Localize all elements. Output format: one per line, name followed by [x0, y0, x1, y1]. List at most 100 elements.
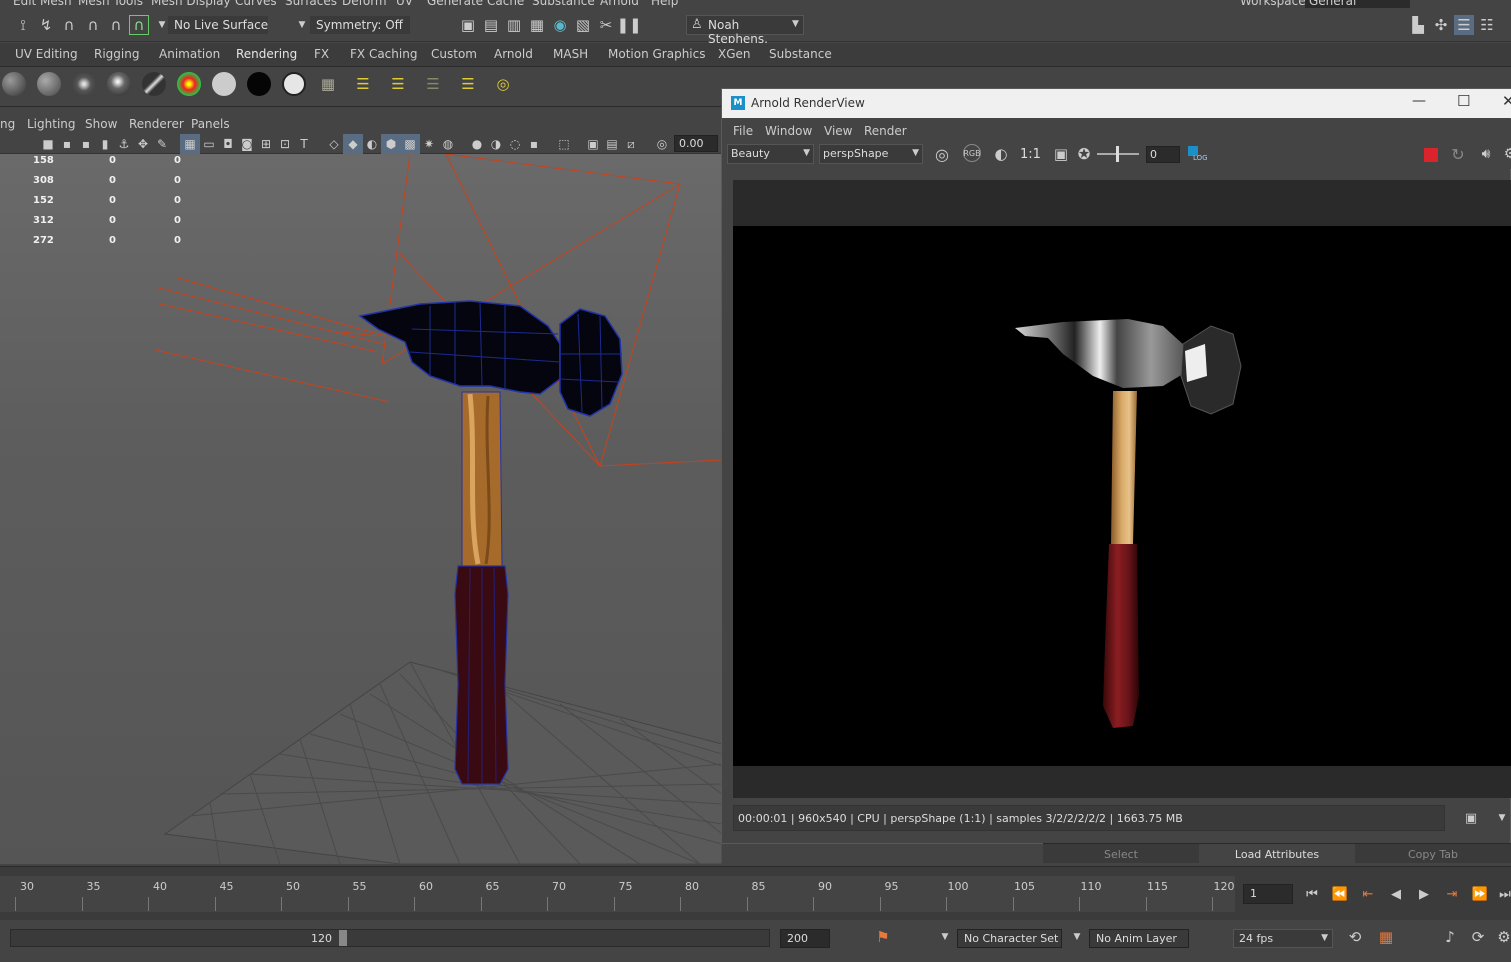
exposure-icon[interactable]: ◎: [652, 134, 672, 154]
tool-settings-icon[interactable]: ☷: [1477, 15, 1497, 35]
workspace-dropdown[interactable]: General: [1305, 0, 1410, 8]
go-to-end-icon[interactable]: ⏭: [1495, 884, 1511, 904]
default-material-icon[interactable]: ◐: [362, 134, 382, 154]
camera-icon[interactable]: ▪: [57, 134, 77, 154]
resolution-gate-icon[interactable]: ◘: [218, 134, 238, 154]
smooth-shade-icon[interactable]: ◆: [343, 134, 363, 154]
camera-dropdown[interactable]: perspShape ▼: [819, 144, 923, 164]
color-sphere-icon[interactable]: [177, 72, 201, 96]
playback-speed-icon[interactable]: ⟳: [1468, 927, 1488, 947]
tab-custom[interactable]: Custom: [431, 47, 477, 61]
prev-key-icon[interactable]: ⇤: [1358, 884, 1378, 904]
time-slider[interactable]: 1 ⏮ ⏪ ⇤ ◀ ▶ ⇥ ⏩ ⏭ 30 35 40 45 50 55 60 65 70 75 80…: [0, 866, 1511, 920]
symmetry-dropdown[interactable]: Symmetry: Off: [310, 16, 410, 34]
attribute-editor-icon[interactable]: ✣: [1431, 15, 1451, 35]
rv-menu-render[interactable]: Render: [864, 124, 907, 138]
tab-mash[interactable]: MASH: [553, 47, 588, 61]
lights-icon[interactable]: ✷: [419, 134, 439, 154]
menu-surfaces[interactable]: Surfaces: [285, 0, 337, 8]
cache-icon[interactable]: ▦: [1376, 927, 1396, 947]
ipr-icon[interactable]: 🔊︎: [1476, 144, 1496, 164]
user-account-button[interactable]: ♙ Noah Stephens. ▼: [686, 15, 804, 46]
settings-icon[interactable]: ⚙: [1500, 144, 1511, 164]
region-icon[interactable]: ◎: [932, 144, 952, 164]
snap-point-icon[interactable]: ∩: [83, 15, 103, 35]
safe-action-icon[interactable]: ⊡: [275, 134, 295, 154]
sphere-shader-icon[interactable]: [37, 72, 61, 96]
range-slider[interactable]: 120: [10, 929, 770, 947]
menu-substance[interactable]: Substance: [532, 0, 595, 8]
renderview-titlebar[interactable]: M Arnold RenderView — ☐ ✕: [722, 89, 1511, 118]
log-button[interactable]: LOG: [1188, 146, 1208, 164]
snapshot-icon[interactable]: ▣: [1461, 808, 1481, 828]
alpha-channel-icon[interactable]: ◐: [991, 144, 1011, 164]
anim-end-field[interactable]: 200: [780, 929, 830, 948]
fps-dropdown[interactable]: 24 fps ▼: [1233, 929, 1333, 948]
exposure-field[interactable]: 0.00: [674, 135, 718, 152]
render-layer-icon[interactable]: ☰: [423, 74, 443, 94]
tab-animation[interactable]: Animation: [159, 47, 220, 61]
exposure-input[interactable]: 0: [1146, 146, 1180, 163]
tab-substance[interactable]: Substance: [769, 47, 832, 61]
ipr-render-icon[interactable]: ▥: [504, 15, 524, 35]
grease-pencil-icon[interactable]: ✎: [152, 134, 172, 154]
render-settings-icon[interactable]: ▦: [527, 15, 547, 35]
screen-space-ao-icon[interactable]: ●: [467, 134, 487, 154]
safe-title-icon[interactable]: T: [294, 134, 314, 154]
grid-icon[interactable]: ▦: [180, 134, 200, 154]
rv-menu-file[interactable]: File: [733, 124, 753, 138]
move-icon[interactable]: ✥: [133, 134, 153, 154]
shadows-icon[interactable]: ◍: [438, 134, 458, 154]
menu-generate[interactable]: Generate: [427, 0, 483, 8]
wireframe-on-shaded-icon[interactable]: ⬢: [381, 134, 401, 154]
lasso-select-icon[interactable]: ⟟: [13, 15, 33, 35]
menu-lighting[interactable]: Lighting: [27, 117, 76, 131]
menu-deform[interactable]: Deform: [342, 0, 387, 8]
menu-mesh-tools[interactable]: Mesh Tools: [78, 0, 143, 8]
chevron-down-icon[interactable]: ▼: [935, 927, 955, 947]
live-surface-field[interactable]: No Live Surface: [168, 16, 268, 34]
gate-mask-icon[interactable]: ◙: [237, 134, 257, 154]
image-plane-icon[interactable]: ⚓: [114, 134, 134, 154]
white-sphere-icon[interactable]: [212, 72, 236, 96]
next-key-icon[interactable]: ⇥: [1442, 884, 1462, 904]
menu-help[interactable]: Help: [651, 0, 678, 8]
step-back-icon[interactable]: ⏪: [1330, 884, 1350, 904]
refresh-render-icon[interactable]: ↻: [1448, 144, 1468, 164]
light-editor-icon[interactable]: ◎: [493, 74, 513, 94]
tab-rigging[interactable]: Rigging: [94, 47, 139, 61]
sphere-shader-icon[interactable]: [107, 72, 131, 96]
tab-uv-editing[interactable]: UV Editing: [15, 47, 78, 61]
texture-icon[interactable]: ▦: [318, 74, 338, 94]
range-slider-handle[interactable]: [339, 930, 347, 946]
refresh-icon[interactable]: ✪: [1074, 144, 1094, 164]
chevron-down-icon[interactable]: ▼: [292, 15, 312, 35]
go-to-start-icon[interactable]: ⏮: [1302, 884, 1322, 904]
hypershade-icon[interactable]: ◉: [550, 15, 570, 35]
camera-icon[interactable]: ▪: [76, 134, 96, 154]
menu-renderer[interactable]: Renderer: [129, 117, 184, 131]
snap-view-icon[interactable]: ∩: [106, 15, 126, 35]
bookmark-icon[interactable]: ▮: [95, 134, 115, 154]
menu-cache[interactable]: Cache: [487, 0, 524, 8]
tab-arnold[interactable]: Arnold: [494, 47, 533, 61]
xray-joints-icon[interactable]: ▤: [602, 134, 622, 154]
arnold-ipr-icon[interactable]: ✂: [596, 15, 616, 35]
channel-box-icon[interactable]: ☰: [1454, 15, 1474, 35]
sphere-shader-icon[interactable]: [72, 72, 96, 96]
rv-menu-window[interactable]: Window: [765, 124, 812, 138]
rgb-channel-icon[interactable]: RGB: [963, 144, 981, 162]
xray-icon[interactable]: ▣: [583, 134, 603, 154]
wireframe-icon[interactable]: ◇: [324, 134, 344, 154]
field-chart-icon[interactable]: ⊞: [256, 134, 276, 154]
pause-icon[interactable]: ❚❚: [616, 15, 641, 35]
snap-curve-icon[interactable]: ∩: [59, 15, 79, 35]
menu-panels[interactable]: Panels: [191, 117, 230, 131]
minimize-icon[interactable]: —: [1412, 93, 1426, 109]
aov-dropdown[interactable]: Beauty ▼: [727, 144, 814, 164]
depth-of-field-icon[interactable]: ▪: [524, 134, 544, 154]
chevron-down-icon[interactable]: ▼: [1492, 808, 1511, 828]
isolate-select-icon[interactable]: ⬚: [554, 134, 574, 154]
auto-key-icon[interactable]: ⚑: [873, 927, 893, 947]
current-frame-field[interactable]: 1: [1243, 884, 1293, 904]
